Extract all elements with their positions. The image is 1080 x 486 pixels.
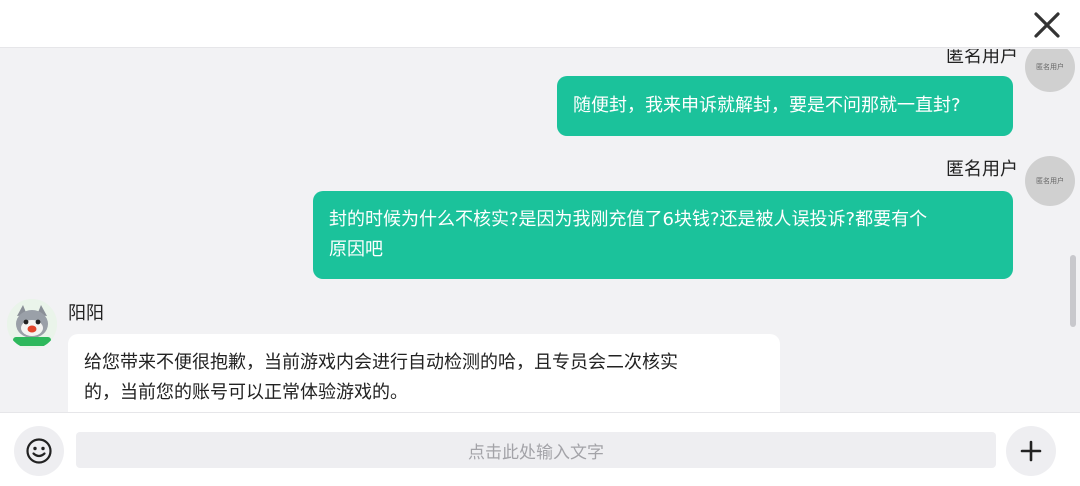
input-placeholder: 点击此处输入文字 <box>468 442 604 463</box>
message-line: 给您带来不便很抱歉，当前游戏内会进行自动检测的哈，且专员会二次核实 <box>84 352 678 373</box>
avatar-label: 匿名用户 <box>1036 177 1064 185</box>
avatar[interactable]: 匿名用户 <box>1025 49 1075 92</box>
close-icon <box>1034 12 1060 38</box>
message-bubble[interactable]: 封的时候为什么不核实?是因为我刚充值了6块钱?还是被人误投诉?都要有个 原因吧 <box>313 191 1013 279</box>
sender-name: 匿名用户 <box>946 159 1018 180</box>
message-line: 随便封，我来申诉就解封，要是不问那就一直封? <box>573 95 961 116</box>
avatar[interactable]: 匿名用户 <box>1025 156 1075 206</box>
mascot-icon <box>7 299 57 349</box>
message-line: 封的时候为什么不核实?是因为我刚充值了6块钱?还是被人误投诉?都要有个 <box>329 209 928 230</box>
scrollbar[interactable] <box>1070 255 1076 327</box>
message-input[interactable]: 点击此处输入文字 <box>76 432 996 468</box>
message-line: 原因吧 <box>329 239 383 260</box>
bot-avatar[interactable] <box>7 299 57 349</box>
message-line: 的，当前您的账号可以正常体验游戏的。 <box>84 382 408 403</box>
more-button[interactable] <box>1006 426 1056 476</box>
avatar-label: 匿名用户 <box>1036 63 1064 71</box>
close-button[interactable] <box>1029 8 1065 42</box>
message-bubble[interactable]: 给您带来不便很抱歉，当前游戏内会进行自动检测的哈，且专员会二次核实 的，当前您的… <box>68 334 780 412</box>
chat-area[interactable]: 匿名用户 匿名用户 随便封，我来申诉就解封，要是不问那就一直封? 匿名用户 匿名… <box>0 49 1080 412</box>
plus-icon <box>1020 440 1042 462</box>
top-bar <box>0 0 1080 48</box>
message-bubble[interactable]: 随便封，我来申诉就解封，要是不问那就一直封? <box>557 76 1013 136</box>
sender-name: 匿名用户 <box>946 49 1018 67</box>
sender-name: 阳阳 <box>68 303 104 324</box>
emoji-icon <box>26 438 52 464</box>
emoji-button[interactable] <box>14 426 64 476</box>
composer-bar: 点击此处输入文字 <box>0 412 1080 486</box>
